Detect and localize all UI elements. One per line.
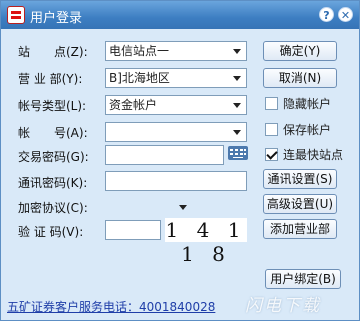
save-account-box[interactable] <box>265 123 278 136</box>
station-value: 电信站点一 <box>109 44 170 58</box>
account-select[interactable] <box>105 122 247 142</box>
save-account-label: 保存帐户 <box>283 123 332 137</box>
branch-label: 营 业 部(Y): <box>18 72 83 86</box>
cancel-button[interactable]: 取消(N) <box>263 68 337 88</box>
watermark-text: 闪电下载 <box>245 296 321 316</box>
chevron-down-icon <box>233 76 241 81</box>
fastest-station-box[interactable] <box>265 148 278 161</box>
captcha-input[interactable] <box>105 220 161 240</box>
comm-password-label: 通讯密码(K): <box>18 176 88 190</box>
branch-select[interactable]: B]北海地区 <box>105 68 247 88</box>
window-title: 用户登录 <box>30 11 83 26</box>
hide-account-box[interactable] <box>265 97 278 110</box>
hide-account-label: 隐藏帐户 <box>283 97 332 111</box>
soft-keyboard-icon[interactable] <box>228 146 248 160</box>
trade-password-label: 交易密码(G): <box>18 150 89 164</box>
add-branch-button[interactable]: 添加营业部 <box>263 219 337 239</box>
comm-settings-button[interactable]: 通讯设置(S) <box>263 169 337 189</box>
captcha-label: 验 证 码(V): <box>18 225 84 239</box>
captcha-image[interactable]: 1 4 1 1 8 <box>165 218 247 266</box>
confirm-button[interactable]: 确定(Y) <box>263 41 337 61</box>
chevron-down-icon <box>233 49 241 54</box>
advanced-settings-button[interactable]: 高级设置(U) <box>263 194 337 214</box>
station-label: 站 点(Z): <box>18 45 88 59</box>
account-label: 帐 号(A): <box>18 126 88 140</box>
app-logo-icon <box>7 6 25 24</box>
chevron-down-icon <box>233 130 241 135</box>
close-icon[interactable]: ✕ <box>338 7 353 22</box>
branch-value: B]北海地区 <box>109 71 170 85</box>
encrypt-select[interactable] <box>105 197 193 217</box>
chevron-down-icon <box>179 205 187 210</box>
comm-password-input[interactable] <box>105 171 247 191</box>
account-type-value: 资金帐户 <box>109 98 158 112</box>
title-bar[interactable]: 用户登录 ? ✕ <box>1 1 359 29</box>
login-window: 用户登录 ? ✕ 站 点(Z): 电信站点一 营 业 部(Y): B]北海地区 … <box>0 0 360 321</box>
service-hotline-link[interactable]: 五矿证券客户服务电话：4001840028 <box>7 298 215 315</box>
trade-password-input[interactable] <box>105 145 224 165</box>
station-select[interactable]: 电信站点一 <box>105 41 247 61</box>
encrypt-label: 加密协议(C): <box>18 201 88 215</box>
chevron-down-icon <box>233 103 241 108</box>
bind-user-button[interactable]: 用户绑定(B) <box>265 269 341 289</box>
help-icon[interactable]: ? <box>319 7 334 22</box>
fastest-station-label: 连最快站点 <box>283 148 344 162</box>
account-type-label: 帐号类型(L): <box>18 99 87 113</box>
account-type-select[interactable]: 资金帐户 <box>105 95 247 115</box>
